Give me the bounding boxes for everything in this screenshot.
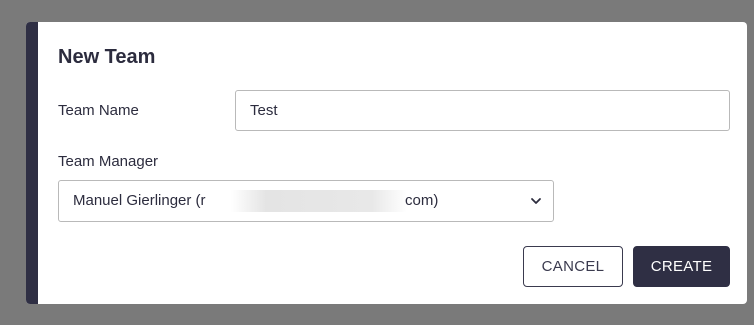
team-manager-selected-prefix: Manuel Gierlinger (r	[73, 192, 206, 209]
new-team-dialog: New Team Team Name Team Manager Manuel G…	[26, 22, 747, 304]
team-manager-select[interactable]: Manuel Gierlinger (r com)	[58, 180, 554, 222]
chevron-down-icon	[531, 198, 541, 204]
dialog-title: New Team	[58, 46, 156, 68]
team-manager-label: Team Manager	[58, 153, 159, 170]
cancel-button[interactable]: CANCEL	[523, 246, 623, 287]
team-name-input[interactable]	[235, 90, 730, 131]
redacted-email	[231, 190, 407, 212]
create-button[interactable]: CREATE	[633, 246, 730, 287]
team-name-label: Team Name	[58, 102, 139, 119]
dialog-accent-bar	[26, 22, 38, 304]
team-manager-selected-suffix: com)	[405, 192, 439, 209]
